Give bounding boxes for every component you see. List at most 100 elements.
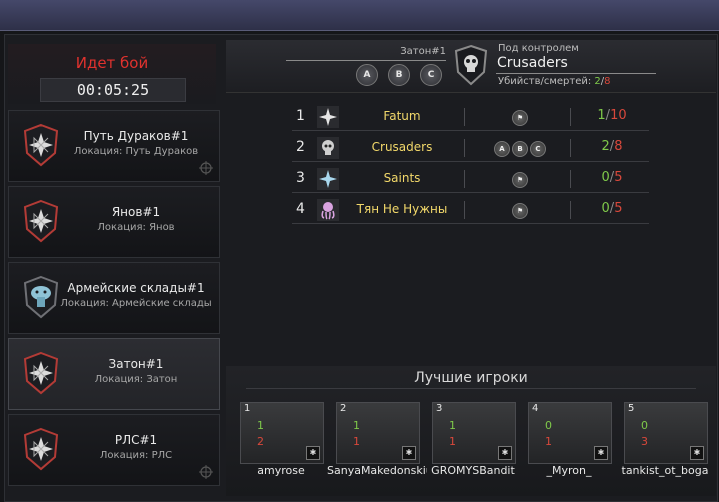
team-deaths: 10 xyxy=(610,108,627,123)
location-card-0[interactable]: Путь Дураков#1 Локация: Путь Дураков xyxy=(8,110,220,182)
star-badge-icon: ✱ xyxy=(690,446,704,460)
player-kills: 1 xyxy=(449,419,456,432)
divider xyxy=(464,170,465,188)
team-name: Crusaders xyxy=(371,140,433,154)
team-score: 0/5 xyxy=(601,201,623,216)
player-card[interactable]: 5 0 3 ✱ xyxy=(624,402,708,464)
star-badge-icon: ✱ xyxy=(402,446,416,460)
teams-table: 1 Fatum ⚑ 1/10 2 Crusaders ABC 2/8 3 Sai… xyxy=(292,104,649,228)
location-card-4[interactable]: РЛС#1 Локация: РЛС xyxy=(8,414,220,486)
divider xyxy=(570,201,571,219)
team-score: 2/8 xyxy=(601,139,623,154)
player-card[interactable]: 4 0 1 ✱ xyxy=(528,402,612,464)
location-card-3[interactable]: Затон#1 Локация: Затон xyxy=(8,338,220,410)
player-rank: 3 xyxy=(436,403,443,414)
team-deaths: 5 xyxy=(614,170,623,185)
flag-icon: ⚑ xyxy=(512,171,528,188)
mushroom-icon xyxy=(23,275,59,319)
compass-star-icon xyxy=(317,168,339,190)
skull-shield-icon xyxy=(454,44,488,86)
team-flags: ⚑ xyxy=(472,107,568,126)
team-kills: 2 xyxy=(601,139,610,154)
divider xyxy=(286,60,446,61)
target-icon[interactable] xyxy=(199,161,213,175)
divider xyxy=(246,388,696,389)
table-row[interactable]: 2 Crusaders ABC 2/8 xyxy=(292,135,649,162)
controller-deaths: 8 xyxy=(604,76,611,87)
player-name: GROMYSBandit xyxy=(431,464,515,477)
player-deaths: 1 xyxy=(353,435,360,448)
team-rank: 4 xyxy=(296,201,305,217)
locations-panel: Идет бой 00:05:25 Путь Дураков#1 Локация… xyxy=(4,40,220,498)
location-sub: Локация: РЛС xyxy=(99,450,173,461)
team-deaths: 5 xyxy=(614,201,623,216)
stats-label: Убийств/смертей: xyxy=(498,76,592,87)
player-name: amyrose xyxy=(257,464,305,477)
player-kills: 1 xyxy=(353,419,360,432)
player-deaths: 1 xyxy=(449,435,456,448)
table-row[interactable]: 3 Saints ⚑ 0/5 xyxy=(292,166,649,193)
skull-icon xyxy=(317,137,339,159)
divider xyxy=(570,170,571,188)
location-name: Путь Дураков#1 xyxy=(83,129,189,143)
table-row[interactable]: 1 Fatum ⚑ 1/10 xyxy=(292,104,649,131)
player-deaths: 1 xyxy=(545,435,552,448)
player-kills: 1 xyxy=(257,419,264,432)
player-name: SanyaMakedonskiu xyxy=(327,464,427,477)
location-name: Армейские склады#1 xyxy=(67,281,205,295)
battle-status-box: Идет бой 00:05:25 xyxy=(8,44,216,104)
team-name: Тян Не Нужны xyxy=(356,202,448,216)
team-rank: 1 xyxy=(296,108,305,124)
battle-status: Идет бой xyxy=(75,54,149,72)
player-deaths: 3 xyxy=(641,435,648,448)
star-badge-icon: ✱ xyxy=(498,446,512,460)
control-header: Затон#1 A B C Под контролем Crusaders Уб… xyxy=(226,40,716,93)
player-card[interactable]: 1 1 2 ✱ xyxy=(240,402,324,464)
location-name: Затон#1 xyxy=(108,357,164,371)
team-kills: 0 xyxy=(601,170,610,185)
controller-stats: Убийств/смертей: 2/8 xyxy=(498,76,611,87)
point-a-icon: A xyxy=(494,140,510,157)
location-sub: Локация: Затон xyxy=(94,374,178,385)
top-bar xyxy=(0,0,719,31)
compass-star-icon xyxy=(23,427,59,471)
team-flags: ⚑ xyxy=(472,169,568,188)
player-rank: 2 xyxy=(340,403,347,414)
location-name: РЛС#1 xyxy=(114,433,158,447)
point-c-icon: C xyxy=(530,140,546,157)
zone-name: Затон#1 xyxy=(400,46,446,57)
divider xyxy=(464,139,465,157)
player-rank: 5 xyxy=(628,403,635,414)
team-deaths: 8 xyxy=(614,139,623,154)
team-rank: 2 xyxy=(296,139,305,155)
location-name: Янов#1 xyxy=(111,205,161,219)
player-rank: 4 xyxy=(532,403,539,414)
location-sub: Локация: Янов xyxy=(97,222,175,233)
team-kills: 0 xyxy=(601,201,610,216)
flag-icon: ⚑ xyxy=(512,202,528,219)
player-rank: 1 xyxy=(244,403,251,414)
point-a-icon: A xyxy=(356,64,378,86)
team-flags: ⚑ xyxy=(472,200,568,219)
flag-icon: ⚑ xyxy=(512,109,528,126)
battle-timer: 00:05:25 xyxy=(40,78,186,102)
location-card-1[interactable]: Янов#1 Локация: Янов xyxy=(8,186,220,258)
team-rank: 3 xyxy=(296,170,305,186)
divider xyxy=(570,139,571,157)
location-card-2[interactable]: Армейские склады#1 Локация: Армейские ск… xyxy=(8,262,220,334)
best-players-title: Лучшие игроки xyxy=(414,370,528,386)
divider xyxy=(570,108,571,126)
team-score: 0/5 xyxy=(601,170,623,185)
location-sub: Локация: Путь Дураков xyxy=(73,146,199,157)
team-name: Fatum xyxy=(383,109,421,123)
table-row[interactable]: 4 Тян Не Нужны ⚑ 0/5 xyxy=(292,197,649,224)
player-card[interactable]: 2 1 1 ✱ xyxy=(336,402,420,464)
octopus-icon xyxy=(317,199,339,221)
compass-star-icon xyxy=(23,199,59,243)
team-flags: ABC xyxy=(472,138,568,157)
star-badge-icon: ✱ xyxy=(306,446,320,460)
player-card[interactable]: 3 1 1 ✱ xyxy=(432,402,516,464)
control-label: Под контролем xyxy=(498,43,579,54)
point-c-icon: C xyxy=(420,64,442,86)
target-icon[interactable] xyxy=(199,465,213,479)
